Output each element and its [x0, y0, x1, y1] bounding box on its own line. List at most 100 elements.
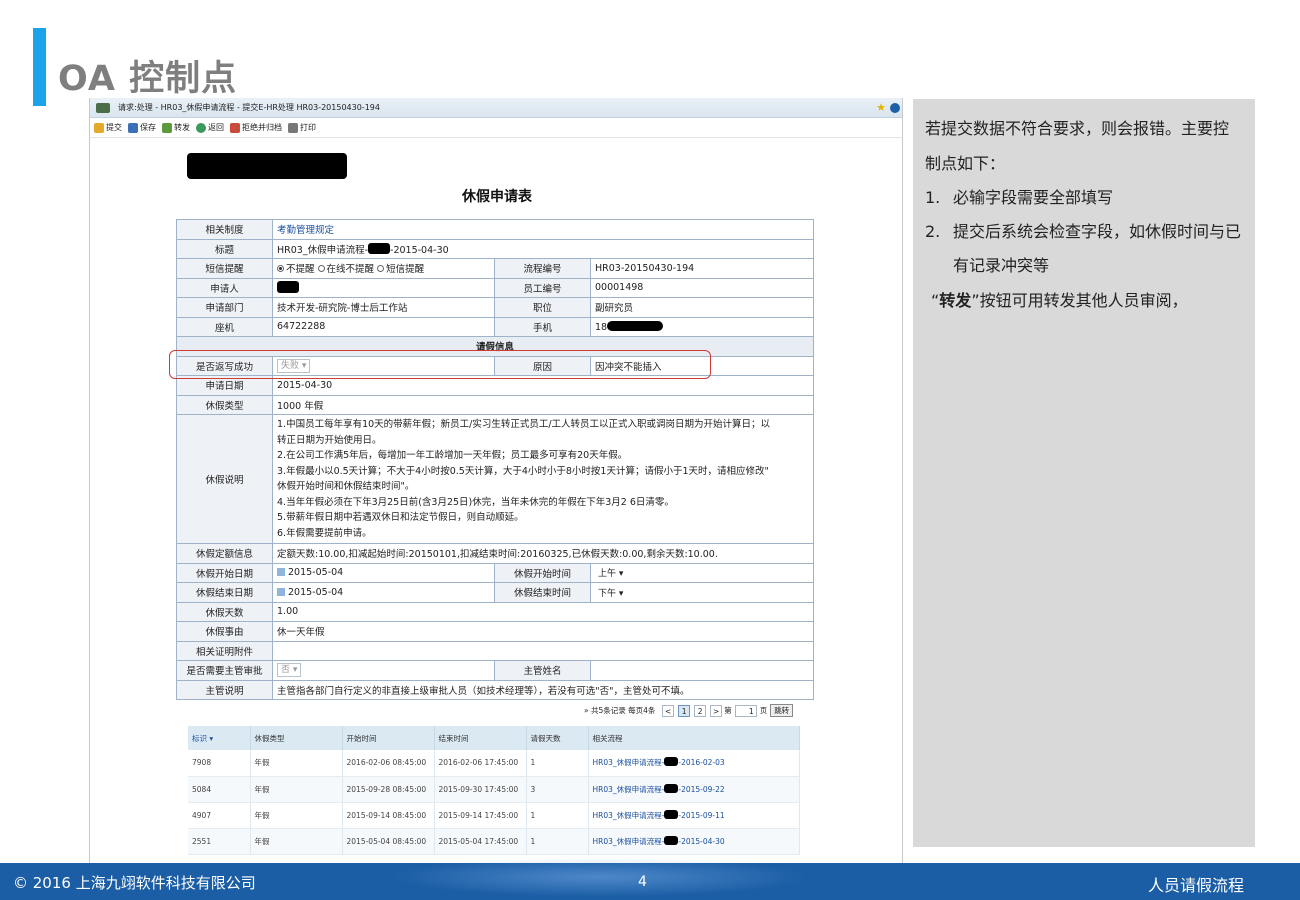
calendar-icon[interactable]	[277, 587, 285, 596]
manager-name-label: 主管姓名	[494, 660, 591, 681]
related-policy-label: 相关制度	[176, 219, 273, 240]
sms-radio-no-remind[interactable]: 不提醒	[277, 264, 315, 275]
desc-line: 3.年假最小以0.5天计算；不大于4小时按0.5天计算，大于4小时小于8小时按1…	[277, 465, 769, 477]
leave-type-label: 休假类型	[176, 394, 273, 415]
cell-start: 2015-09-14 08:45:00	[342, 802, 435, 829]
back-button[interactable]: 返回	[196, 122, 224, 133]
redacted-name	[664, 757, 679, 767]
emp-no-label: 员工编号	[494, 277, 591, 298]
end-date-field[interactable]: 2015-05-04	[272, 582, 495, 603]
favorite-star-icon[interactable]: ★	[876, 101, 886, 114]
slide-footer: © 2016 上海九翊软件科技有限公司 4 人员请假流程	[0, 857, 1300, 900]
window-titlebar: 请求:处理 - HR03_休假申请流程 - 提交E-HR处理 HR03-2015…	[90, 98, 902, 118]
start-time-select[interactable]: 上午 ▾	[595, 566, 626, 579]
desc-line: 转正日期为开始使用日。	[277, 434, 382, 446]
save-label: 保存	[140, 123, 156, 132]
radio-icon	[377, 265, 385, 273]
attachment-label: 相关证明附件	[176, 640, 273, 661]
leave-type-value: 1000 年假	[272, 394, 814, 415]
col-id-header[interactable]: 标识 ▾	[188, 726, 251, 750]
manager-desc-value: 主管指各部门自行定义的非直接上级审批人员（如技术经理等），若没有可选"否"，主管…	[272, 679, 814, 700]
submit-button[interactable]: 提交	[94, 122, 122, 133]
oa-window: 请求:处理 - HR03_休假申请流程 - 提交E-HR处理 HR03-2015…	[89, 98, 903, 863]
forward-icon	[162, 122, 172, 133]
cell-flow-link[interactable]: HR03_休假申请流程- -2015-09-11	[588, 802, 800, 829]
save-button[interactable]: 保存	[128, 122, 156, 133]
reject-archive-button[interactable]: 拒绝并归档	[230, 122, 282, 133]
pager-page-input[interactable]: 1	[734, 704, 757, 717]
start-date-field[interactable]: 2015-05-04	[272, 562, 495, 583]
cell-end: 2015-05-04 17:45:00	[434, 828, 527, 855]
sms-label: 短信提醒	[176, 258, 273, 279]
list-number: 1.	[925, 188, 941, 207]
flow-prefix: HR03_休假申请流程-	[592, 784, 665, 794]
days-value: 1.00	[272, 601, 814, 622]
cell-days: 3	[526, 776, 589, 803]
sms-opt2-label: 在线不提醒	[326, 264, 375, 276]
forward-button[interactable]: 转发	[162, 122, 190, 133]
flow-suffix: -2016-02-03	[678, 758, 725, 768]
cell-flow-link[interactable]: HR03_休假申请流程- -2015-04-30	[588, 828, 800, 855]
help-icon[interactable]	[890, 102, 900, 113]
flow-prefix: HR03_休假申请流程-	[592, 836, 665, 846]
print-button[interactable]: 打印	[288, 122, 316, 133]
cell-start: 2015-09-28 08:45:00	[342, 776, 435, 803]
flow-no-value: HR03-20150430-194	[590, 258, 814, 279]
cell-flow-link[interactable]: HR03_休假申请流程- -2016-02-03	[588, 750, 800, 777]
cell-id: 4907	[188, 802, 251, 829]
related-policy-link[interactable]: 考勤管理规定	[277, 225, 334, 236]
pager-page-suffix: 页	[759, 706, 768, 715]
desc-line: 1.中国员工每年享有10天的带薪年假；新员工/实习生转正式员工/工人转员工以正式…	[277, 419, 771, 430]
pager-page-1[interactable]: 1	[678, 704, 691, 717]
applicant-label: 申请人	[176, 277, 273, 298]
end-date-label: 休假结束日期	[176, 582, 273, 603]
pager-prev-button[interactable]: <	[662, 704, 675, 717]
end-time-select[interactable]: 下午 ▾	[595, 586, 626, 599]
flow-prefix: HR03_休假申请流程-	[592, 810, 665, 820]
col-type-header: 休假类型	[250, 726, 343, 750]
phone-value: 64722288	[272, 316, 495, 337]
pager-go-button[interactable]: 跳转	[770, 704, 794, 717]
table-row: 7908 年假 2016-02-06 08:45:00 2016-02-06 1…	[188, 750, 800, 777]
list-number: 2.	[925, 222, 941, 241]
sms-radio-sms-remind[interactable]: 短信提醒	[377, 264, 424, 275]
emp-no-value: 00001498	[590, 277, 814, 298]
flow-suffix: -2015-09-11	[678, 810, 725, 820]
cell-end: 2015-09-14 17:45:00	[434, 802, 527, 829]
list-item: 2. 提交后系统会检查字段，如休假时间与已有记录冲突等	[925, 215, 1243, 283]
sms-radio-group: 不提醒 在线不提醒 短信提醒	[272, 258, 495, 279]
cell-days: 1	[526, 750, 589, 777]
need-manager-cell: 否 ▾	[272, 660, 495, 681]
start-time-cell: 上午 ▾	[590, 562, 814, 583]
cell-type: 年假	[250, 802, 343, 829]
desc-line: 4.当年年假必须在下年3月25日前(含3月25日)休完，当年未休完的年假在下年3…	[277, 496, 674, 508]
forward-note: “转发”按钮可用转发其他人员审阅，	[925, 283, 1243, 318]
attachment-field[interactable]	[272, 640, 814, 661]
forward-label: 转发	[174, 123, 190, 132]
table-row: 5084 年假 2015-09-28 08:45:00 2015-09-30 1…	[188, 776, 800, 803]
print-icon	[288, 122, 298, 133]
footer-topic: 人员请假流程	[1147, 876, 1244, 895]
cell-days: 1	[526, 828, 589, 855]
pager-page-2[interactable]: 2	[694, 704, 707, 717]
footer-copyright: © 2016 上海九翊软件科技有限公司	[13, 874, 256, 892]
col-flow-header: 相关流程	[588, 726, 800, 750]
mobile-prefix: 18	[595, 321, 608, 333]
manager-name-field[interactable]	[590, 660, 814, 681]
flow-suffix: -2015-09-22	[678, 784, 725, 794]
cell-flow-link[interactable]: HR03_休假申请流程- -2015-09-22	[588, 776, 800, 803]
cell-id: 2551	[188, 828, 251, 855]
pager-next-button[interactable]: >	[710, 704, 723, 717]
desc-line: 2.在公司工作满5年后，每增加一年工龄增加一天年假；员工最多可享有20天年假。	[277, 450, 628, 461]
sms-radio-online-no-remind[interactable]: 在线不提醒	[317, 264, 375, 276]
app-icon	[96, 102, 110, 113]
subject-prefix: HR03_休假申请流程-	[277, 244, 369, 256]
table-row: 4907 年假 2015-09-14 08:45:00 2015-09-14 1…	[188, 802, 800, 829]
need-manager-select[interactable]: 否 ▾	[277, 663, 302, 678]
end-date-value: 2015-05-04	[288, 586, 344, 598]
explanation-panel: 若提交数据不符合要求，则会报错。主要控制点如下： 1. 必输字段需要全部填写 2…	[913, 99, 1255, 847]
leave-reason-label: 休假事由	[176, 621, 273, 642]
chevron-down-icon: ▾	[618, 588, 624, 599]
position-label: 职位	[494, 297, 591, 318]
calendar-icon[interactable]	[277, 568, 285, 577]
